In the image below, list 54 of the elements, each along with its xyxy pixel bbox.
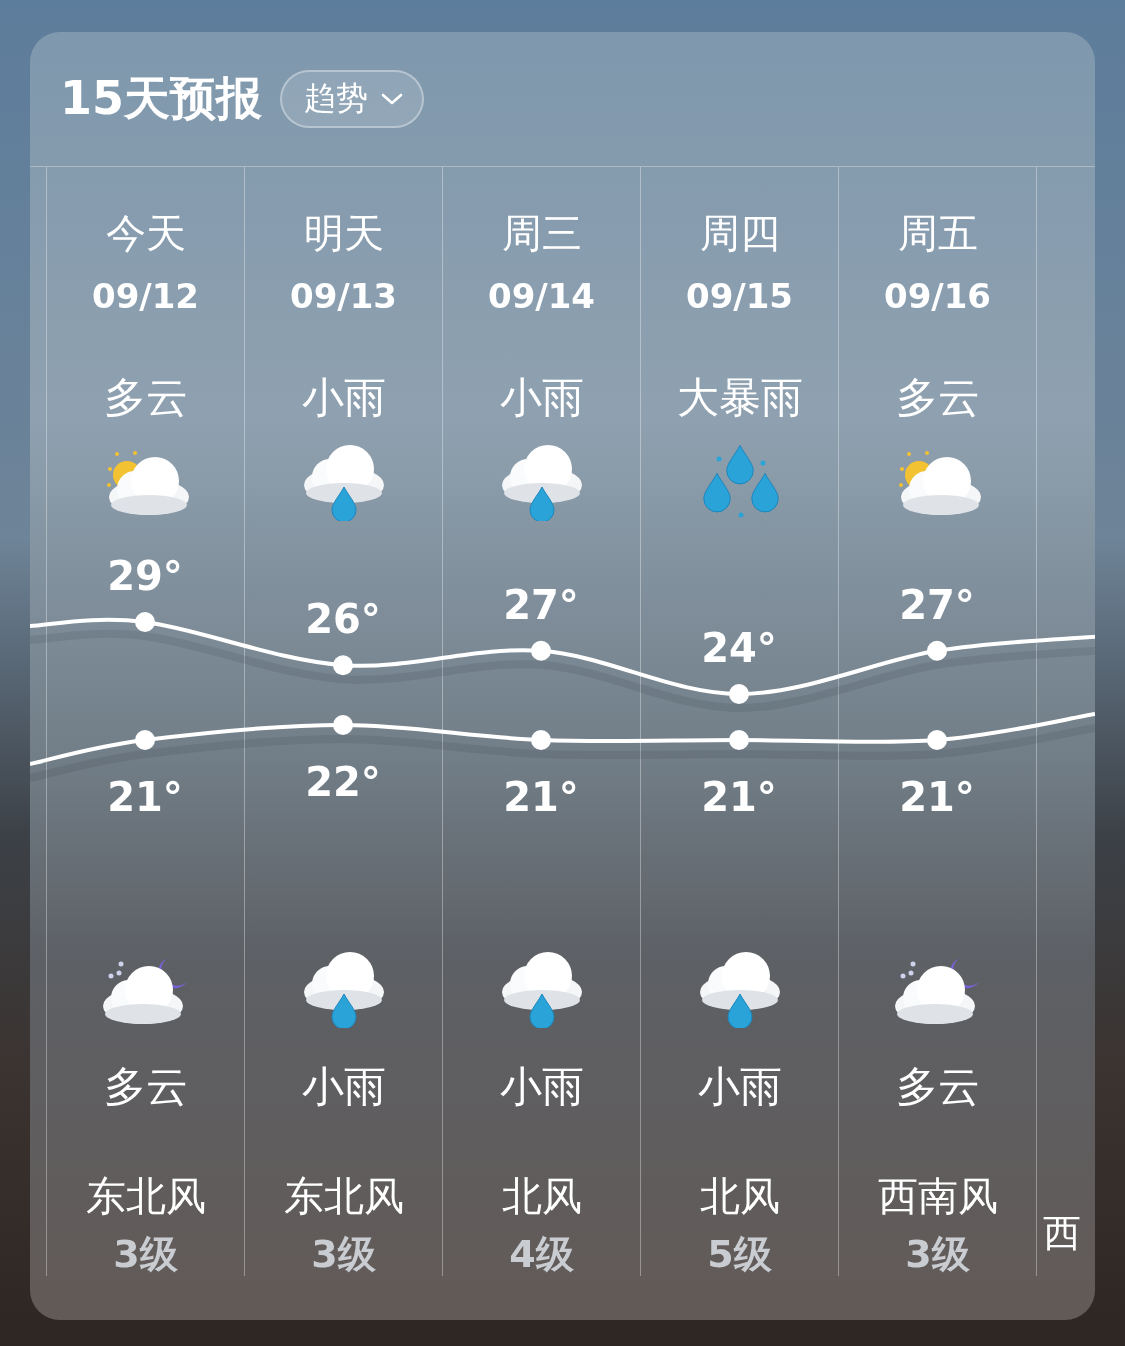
high-temperature: 27° (899, 582, 975, 627)
wind-direction: 西南风 (877, 1172, 998, 1220)
low-temperature: 22° (305, 760, 381, 804)
date-label: 09/12 (91, 275, 199, 318)
day-label: 周五 (897, 209, 978, 258)
high-point (927, 640, 947, 661)
day-weather: 多云 (103, 372, 188, 424)
high-point (135, 612, 155, 632)
day-label: 周三 (501, 209, 582, 258)
day-weather: 大暴雨 (676, 372, 803, 424)
wind-direction: 西 (1043, 1210, 1082, 1257)
wind-level: 3级 (113, 1232, 178, 1276)
day-weather: 多云 (895, 372, 980, 424)
day-label: 明天 (303, 209, 384, 258)
forecast-title: 15天预报 (60, 70, 262, 127)
night-weather: 多云 (895, 1061, 980, 1113)
wind-direction: 东北风 (85, 1172, 206, 1220)
date-label: 09/15 (685, 275, 793, 318)
trend-dropdown[interactable]: 趋势 (280, 70, 424, 128)
day-label: 周四 (699, 209, 780, 258)
low-temperature: 21° (107, 775, 183, 819)
high-point (333, 655, 353, 676)
night-weather: 小雨 (301, 1061, 386, 1113)
day-label: 今天 (105, 209, 186, 258)
low-temperature: 21° (503, 775, 579, 819)
wind-direction: 东北风 (283, 1172, 404, 1220)
low-point (135, 730, 155, 750)
low-point (531, 730, 551, 750)
high-point (729, 684, 749, 704)
high-temperature: 29° (107, 554, 183, 598)
high-temperature: 26° (305, 597, 381, 642)
wind-level: 4级 (509, 1232, 574, 1276)
date-label: 09/13 (289, 275, 397, 318)
date-label: 09/16 (883, 275, 991, 318)
night-weather: 多云 (103, 1061, 188, 1113)
low-point (729, 730, 749, 750)
high-point (531, 640, 551, 661)
high-temperature: 24° (701, 626, 777, 670)
low-point (333, 715, 353, 735)
high-temperature: 27° (503, 582, 579, 627)
low-temperature: 21° (899, 775, 975, 819)
chevron-down-icon (380, 92, 404, 106)
day-weather: 小雨 (301, 372, 386, 424)
wind-direction: 北风 (699, 1172, 780, 1220)
night-weather: 小雨 (499, 1061, 584, 1113)
wind-level: 3级 (311, 1232, 376, 1276)
night-weather: 小雨 (697, 1061, 782, 1113)
wind-direction: 北风 (501, 1172, 582, 1220)
date-label: 09/14 (487, 275, 595, 318)
low-point (927, 730, 947, 750)
wind-level: 5级 (707, 1232, 772, 1276)
wind-level: 3级 (905, 1232, 970, 1276)
low-temperature: 21° (701, 775, 777, 819)
day-weather: 小雨 (499, 372, 584, 424)
